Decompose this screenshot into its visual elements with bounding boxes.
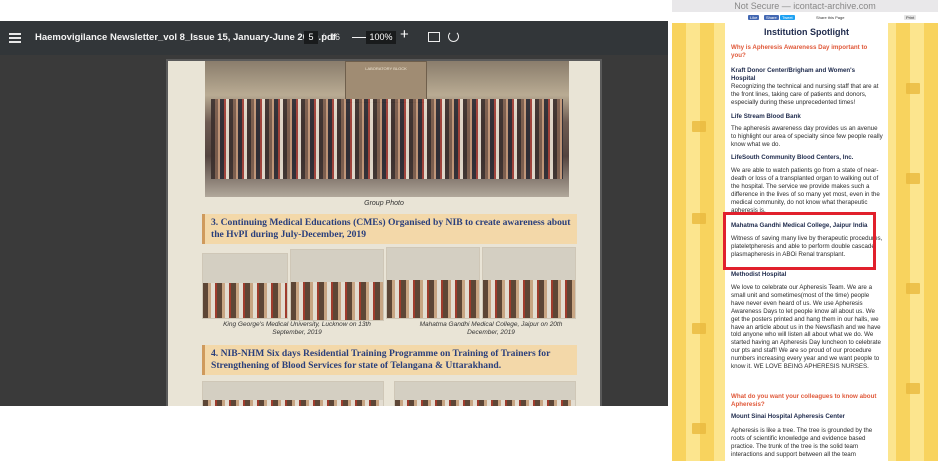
section-4-heading: 4. NIB-NHM Six days Residential Training… bbox=[211, 348, 551, 371]
training-photo-2 bbox=[394, 381, 576, 406]
share-bar: Like Share Tweet Share this Page Print bbox=[672, 12, 938, 23]
cme-caption-2: Mahatma Gandhi Medical College, Jaipur o… bbox=[419, 321, 563, 336]
answer-2: The apheresis awareness day provides us … bbox=[731, 125, 883, 148]
like-button[interactable]: Like bbox=[748, 15, 760, 20]
question-2: What do you want your colleagues to know… bbox=[731, 393, 877, 408]
answer-6: Apheresis is like a tree. The tree is gr… bbox=[731, 427, 873, 458]
section-3-heading-band: 3. Continuing Medical Educations (CMEs) … bbox=[202, 214, 577, 244]
zoom-in-button[interactable]: + bbox=[400, 26, 409, 43]
folder-icon bbox=[692, 213, 706, 224]
org-3: LifeSouth Community Blood Centers, Inc. bbox=[731, 154, 854, 161]
rotate-icon[interactable] bbox=[448, 31, 459, 42]
print-button[interactable]: Print bbox=[904, 15, 917, 20]
tweet-button[interactable]: Tweet bbox=[780, 15, 795, 20]
pdf-toolbar: Haemovigilance Newsletter_vol 8_Issue 15… bbox=[0, 21, 668, 55]
page-separator: / bbox=[322, 32, 325, 42]
section-3-heading: 3. Continuing Medical Educations (CMEs) … bbox=[211, 217, 571, 240]
org-6: Mount Sinai Hospital Apheresis Center bbox=[731, 413, 845, 420]
article-title: Institution Spotlight bbox=[764, 27, 849, 37]
share-button[interactable]: Share bbox=[764, 15, 779, 20]
folder-icon bbox=[906, 383, 920, 394]
laboratory-building: LABORATORY BLOCK bbox=[345, 61, 427, 103]
folder-icon bbox=[692, 423, 706, 434]
pdf-viewer-window: Haemovigilance Newsletter_vol 8_Issue 15… bbox=[0, 21, 668, 406]
cme-photo-4 bbox=[482, 247, 576, 319]
share-page-link[interactable]: Share this Page bbox=[814, 15, 847, 20]
folder-icon bbox=[692, 121, 706, 132]
crowd-image bbox=[211, 99, 563, 179]
folder-icon bbox=[906, 83, 920, 94]
group-photo-caption: Group Photo bbox=[364, 200, 404, 207]
pdf-page: LABORATORY BLOCK Group Photo 3. Continui… bbox=[168, 61, 600, 406]
org-2: Life Stream Blood Bank bbox=[731, 113, 801, 120]
fit-page-icon[interactable] bbox=[428, 32, 440, 42]
document-title: Haemovigilance Newsletter_vol 8_Issue 15… bbox=[35, 32, 336, 43]
zoom-level-input[interactable]: 100% bbox=[366, 31, 396, 44]
page-number-input[interactable]: 5 bbox=[304, 31, 318, 44]
folder-icon bbox=[692, 323, 706, 334]
answer-5: We love to celebrate our Apheresis Team.… bbox=[731, 284, 881, 371]
group-photo: LABORATORY BLOCK bbox=[205, 61, 569, 197]
question-1: Why is Apheresis Awareness Day important… bbox=[731, 44, 868, 59]
web-page-screenshot: Not Secure — icontact-archive.com Like S… bbox=[672, 0, 938, 461]
training-photo-1 bbox=[202, 381, 384, 406]
answer-3: We are able to watch patients go from a … bbox=[731, 167, 880, 214]
red-highlight-box bbox=[723, 212, 876, 270]
menu-icon[interactable] bbox=[9, 31, 21, 45]
answer-1: Recognizing the technical and nursing st… bbox=[731, 83, 879, 106]
org-1: Kraft Donor Center/Brigham and Women's H… bbox=[731, 67, 856, 82]
section-4-heading-band: 4. NIB-NHM Six days Residential Training… bbox=[202, 345, 577, 375]
folder-icon bbox=[906, 283, 920, 294]
cme-caption-1: King George's Medical University, Luckno… bbox=[223, 321, 371, 336]
zoom-out-button[interactable]: — bbox=[352, 28, 366, 44]
page-total: 16 bbox=[330, 32, 341, 42]
cme-photo-3 bbox=[386, 247, 480, 319]
folder-icon bbox=[906, 173, 920, 184]
building-sign: LABORATORY BLOCK bbox=[365, 66, 407, 71]
cme-photo-1 bbox=[202, 253, 288, 319]
org-5: Methodist Hospital bbox=[731, 271, 787, 278]
cme-photo-2 bbox=[290, 249, 384, 321]
address-bar[interactable]: Not Secure — icontact-archive.com bbox=[672, 0, 938, 12]
